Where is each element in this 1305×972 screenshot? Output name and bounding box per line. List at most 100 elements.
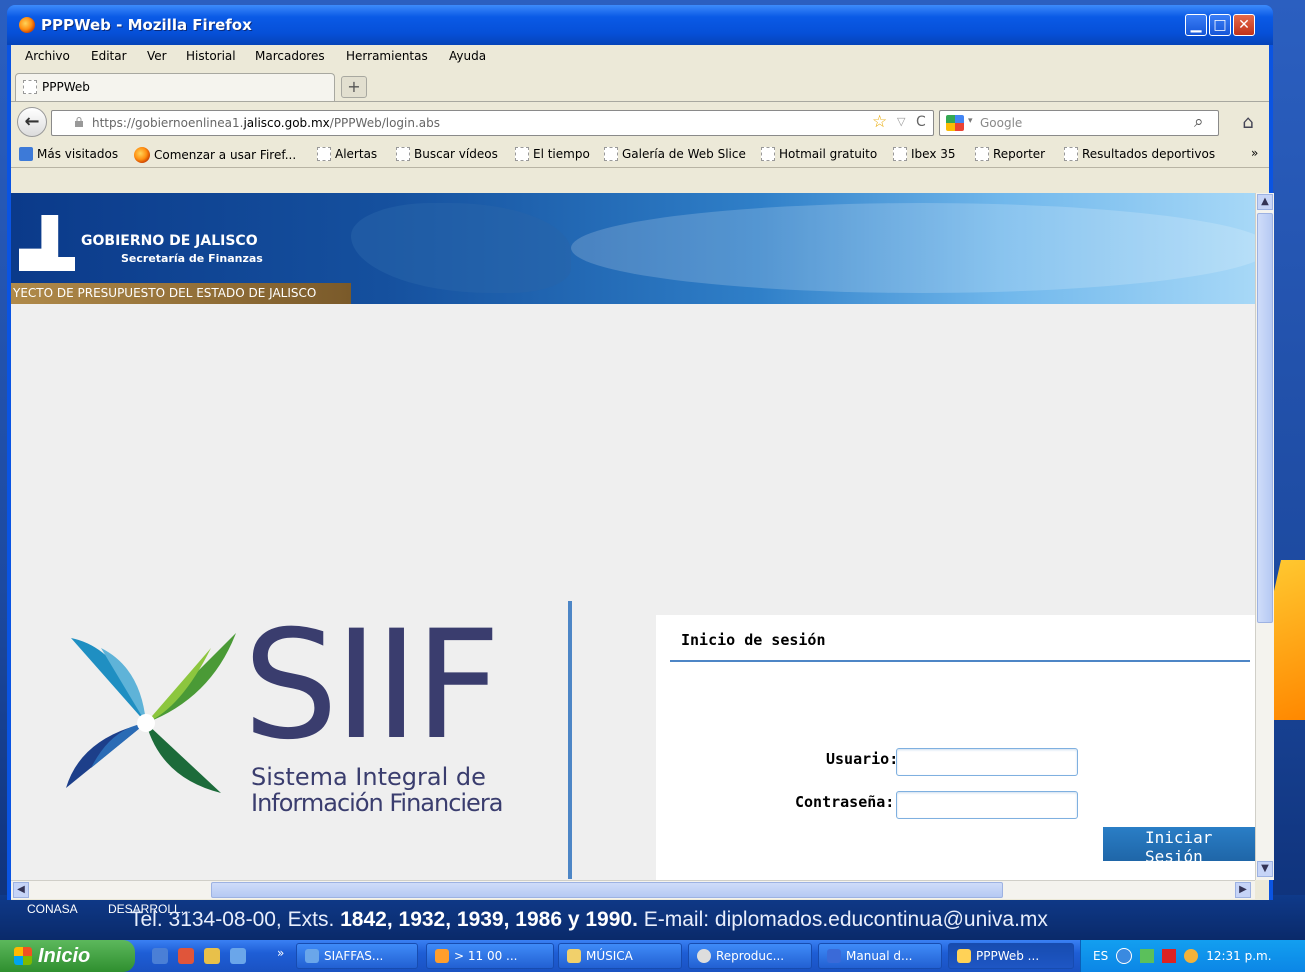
page-icon	[975, 147, 989, 161]
firefox-icon	[19, 17, 35, 33]
siif-pinwheel-logo	[66, 633, 236, 793]
menu-historial[interactable]: Historial	[186, 49, 236, 63]
lock-icon	[75, 117, 83, 127]
tray-icon-3[interactable]	[1162, 949, 1177, 963]
page-icon	[893, 147, 907, 161]
task-siaffas[interactable]: SIAFFAS...	[296, 943, 418, 969]
task-pppweb[interactable]: PPPWeb ...	[948, 943, 1074, 969]
quicklaunch-icon-1[interactable]	[152, 948, 168, 964]
login-title: Inicio de sesión	[681, 631, 826, 649]
banner-map-shape	[351, 203, 571, 293]
language-indicator[interactable]: ES	[1093, 949, 1108, 963]
bookmark-folder-icon	[19, 147, 33, 161]
ie-icon	[305, 949, 319, 963]
home-icon[interactable]: ⌂	[1235, 110, 1261, 136]
close-button[interactable]: ✕	[1233, 14, 1255, 36]
quicklaunch-icon-2[interactable]	[178, 948, 194, 964]
quicklaunch-folder-icon[interactable]	[204, 948, 220, 964]
url-bar[interactable]: https://gobiernoenlinea1.jalisco.gob.mx/…	[51, 110, 934, 136]
menu-bar: Archivo Editar Ver Historial Marcadores …	[11, 45, 1269, 71]
banner-subtitle: Secretaría de Finanzas	[121, 252, 263, 265]
siif-wordmark: SIIF	[243, 599, 501, 773]
bookmark-el-tiempo[interactable]: El tiempo	[515, 147, 590, 161]
task-manual[interactable]: Manual d...	[818, 943, 942, 969]
media-icon	[435, 949, 449, 963]
page-icon	[604, 147, 618, 161]
reload-icon[interactable]: C	[916, 114, 926, 130]
bookmark-mas-visitados[interactable]: Más visitados	[19, 147, 118, 161]
task-11-00[interactable]: > 11 00 ...	[426, 943, 554, 969]
search-icon[interactable]: ⌕	[1194, 112, 1204, 132]
page-icon	[317, 147, 331, 161]
scroll-down-button[interactable]: ▼	[1257, 861, 1273, 877]
minimize-button[interactable]: ▁	[1185, 14, 1207, 36]
page-icon	[1064, 147, 1078, 161]
menu-editar[interactable]: Editar	[91, 49, 127, 63]
bookmark-ibex[interactable]: Ibex 35	[893, 147, 956, 161]
wallpaper-text: Tel. 3134-08-00, Exts. 1842, 1932, 1939,…	[130, 908, 1048, 931]
username-input[interactable]	[896, 748, 1078, 776]
tray-icon-4[interactable]	[1184, 949, 1199, 963]
navigation-bar: ← https://gobiernoenlinea1.jalisco.gob.m…	[11, 102, 1269, 140]
page-icon	[23, 80, 37, 94]
maximize-button[interactable]: □	[1209, 14, 1231, 36]
page-icon	[396, 147, 410, 161]
scroll-left-button[interactable]: ◀	[13, 882, 29, 898]
player-icon	[697, 949, 711, 963]
search-placeholder: Google	[980, 116, 1023, 130]
word-icon	[827, 949, 841, 963]
google-icon	[946, 115, 964, 131]
search-bar[interactable]: ▾ Google ⌕	[939, 110, 1219, 136]
bookmark-galeria[interactable]: Galería de Web Slice	[604, 147, 746, 161]
horizontal-scroll-thumb[interactable]	[211, 882, 1003, 898]
vertical-divider	[568, 601, 572, 879]
menu-herramientas[interactable]: Herramientas	[346, 49, 428, 63]
bookmark-resultados[interactable]: Resultados deportivos	[1064, 147, 1215, 161]
header-banner: GOBIERNO DE JALISCO Secretaría de Finanz…	[11, 193, 1255, 304]
menu-marcadores[interactable]: Marcadores	[255, 49, 325, 63]
bookmark-comenzar[interactable]: Comenzar a usar Firef...	[134, 147, 296, 163]
bookmark-star-icon[interactable]: ☆	[872, 112, 887, 132]
password-input[interactable]	[896, 791, 1078, 819]
vertical-scrollbar[interactable]: ▲ ▼	[1255, 193, 1274, 880]
vertical-scroll-thumb[interactable]	[1257, 213, 1273, 623]
menu-ver[interactable]: Ver	[147, 49, 167, 63]
windows-flag-icon	[14, 947, 32, 965]
quicklaunch-ie-icon[interactable]	[230, 948, 246, 964]
more-bookmarks-icon[interactable]: »	[1251, 146, 1258, 160]
scroll-right-button[interactable]: ▶	[1235, 882, 1251, 898]
new-tab-button[interactable]: +	[341, 76, 367, 98]
clock: 12:31 p.m.	[1206, 949, 1272, 963]
page-icon	[515, 147, 529, 161]
back-button[interactable]: ←	[17, 107, 47, 137]
tab-bar: PPPWeb +	[11, 71, 1269, 102]
login-button[interactable]: Iniciar Sesión	[1103, 827, 1255, 866]
login-title-underline	[670, 660, 1250, 662]
login-panel: Inicio de sesión Usuario: Contraseña: In…	[656, 615, 1255, 891]
desktop-icon-conasa[interactable]: CONASA	[27, 902, 78, 916]
title-bar[interactable]: PPPWeb - Mozilla Firefox ▁ □ ✕	[7, 5, 1273, 45]
password-label: Contraseña:	[795, 793, 895, 811]
firefox-icon	[134, 147, 150, 163]
bookmark-reporter[interactable]: Reporter	[975, 147, 1045, 161]
tray-icon-2[interactable]	[1140, 949, 1155, 963]
dropdown-icon[interactable]: ▽	[897, 115, 905, 128]
tray-icon-1[interactable]	[1116, 948, 1133, 964]
bookmark-alertas[interactable]: Alertas	[317, 147, 377, 161]
page-icon	[761, 147, 775, 161]
scroll-up-button[interactable]: ▲	[1257, 194, 1273, 210]
bookmark-buscar-videos[interactable]: Buscar vídeos	[396, 147, 498, 161]
bookmark-hotmail[interactable]: Hotmail gratuito	[761, 147, 877, 161]
task-reproductor[interactable]: Reproduc...	[688, 943, 812, 969]
start-button[interactable]: Inicio	[0, 940, 135, 972]
siif-tagline-2: Información Financiera	[251, 789, 503, 817]
menu-ayuda[interactable]: Ayuda	[449, 49, 486, 63]
tab-label: PPPWeb	[42, 80, 90, 94]
tab-pppweb[interactable]: PPPWeb	[15, 73, 335, 101]
banner-strip-text: YECTO DE PRESUPUESTO DEL ESTADO DE JALIS…	[13, 286, 317, 300]
horizontal-scrollbar[interactable]: ◀ ▶	[11, 880, 1255, 899]
task-musica[interactable]: MÚSICA	[558, 943, 682, 969]
username-label: Usuario:	[826, 750, 899, 768]
quicklaunch-more-icon[interactable]: »	[277, 946, 284, 960]
menu-archivo[interactable]: Archivo	[25, 49, 70, 63]
